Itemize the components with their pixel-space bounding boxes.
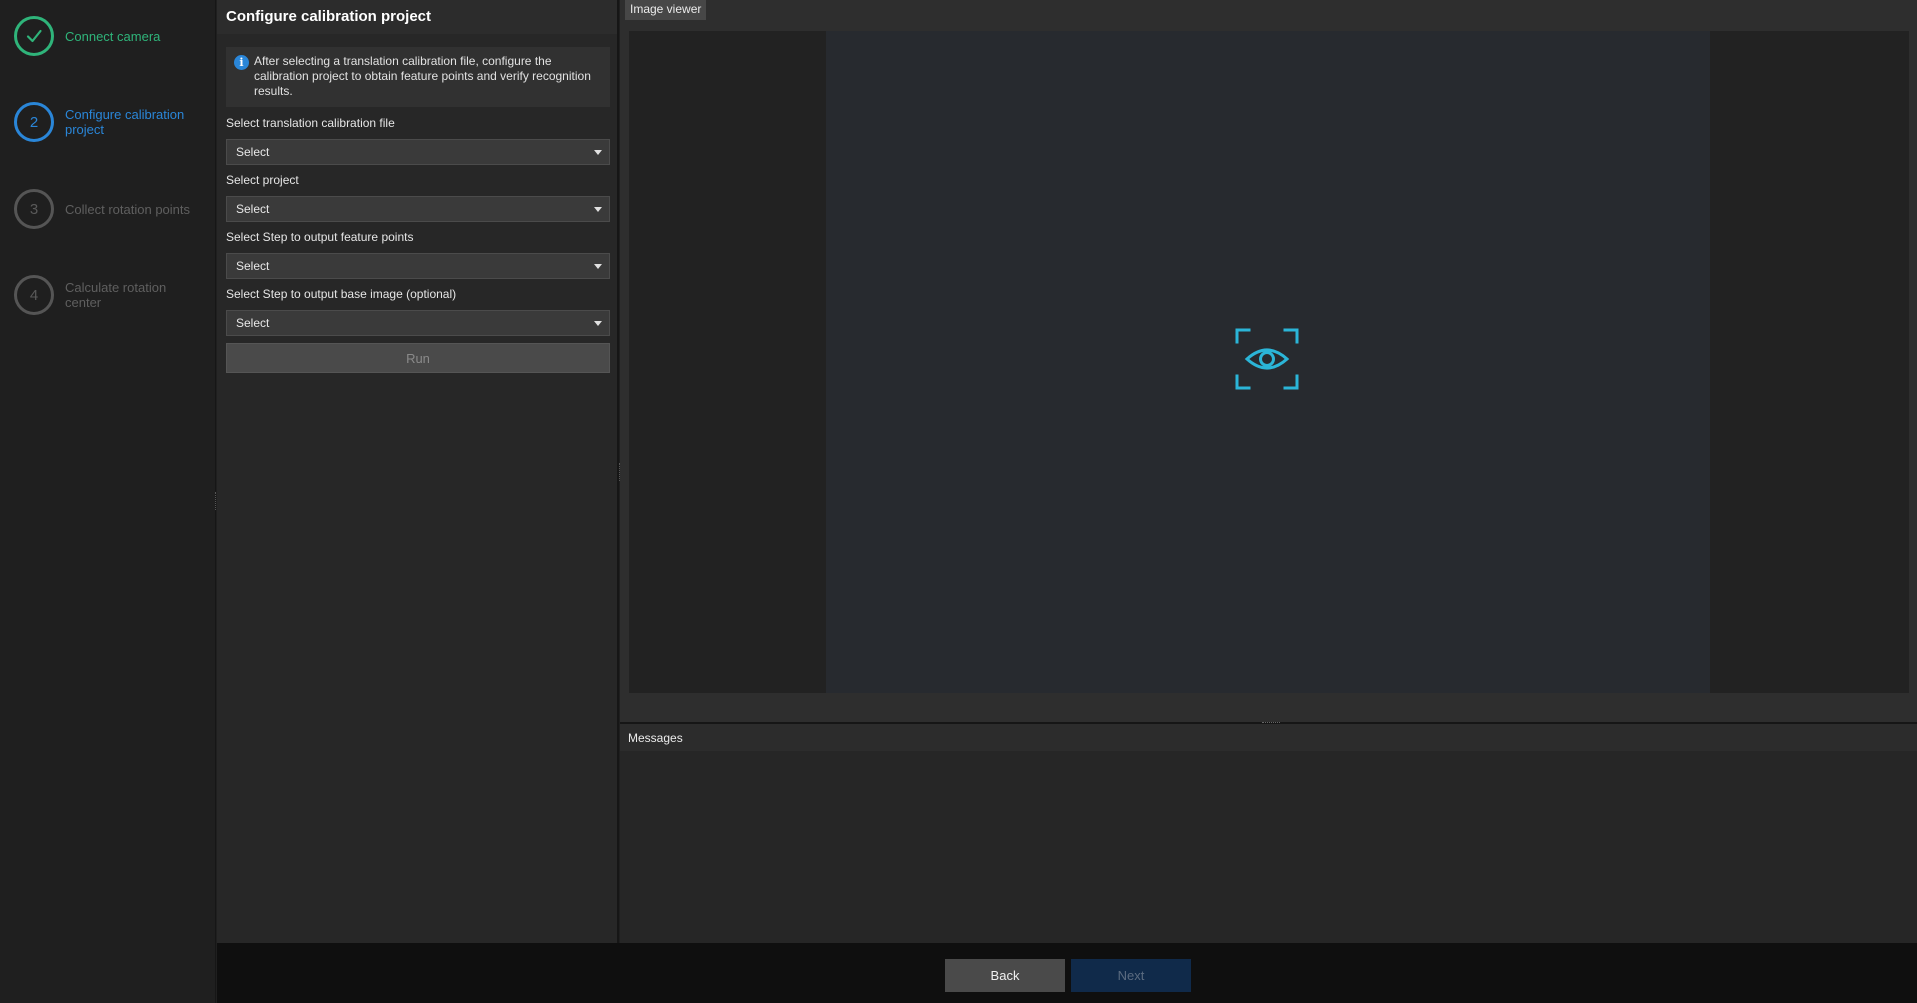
step-number: 3 <box>14 189 54 229</box>
wizard-footer: Back Next <box>217 943 1917 1003</box>
next-button[interactable]: Next <box>1071 959 1191 992</box>
feature-points-step-label: Select Step to output feature points <box>226 230 414 244</box>
step-label: Configure calibration project <box>65 107 185 137</box>
viewer-canvas[interactable] <box>629 31 1909 693</box>
steps-sidebar: Connect camera 2 Configure calibration p… <box>0 0 216 1003</box>
config-panel: Configure calibration project i After se… <box>217 0 619 943</box>
eye-focus-icon <box>1235 328 1299 390</box>
panel-title: Configure calibration project <box>217 0 617 34</box>
step-status-circle <box>14 16 54 56</box>
image-viewer: Image viewer <box>620 0 1917 723</box>
check-icon <box>26 29 42 43</box>
chevron-down-icon <box>594 207 602 212</box>
chevron-down-icon <box>594 321 602 326</box>
translation-file-select[interactable]: Select <box>226 139 610 165</box>
run-button[interactable]: Run <box>226 343 610 373</box>
translation-file-label: Select translation calibration file <box>226 116 395 130</box>
calibration-wizard: Connect camera 2 Configure calibration p… <box>0 0 1917 1003</box>
chevron-down-icon <box>594 264 602 269</box>
select-value: Select <box>236 259 270 273</box>
select-value: Select <box>236 202 270 216</box>
step-number: 2 <box>14 102 54 142</box>
step-connect-camera[interactable]: Connect camera <box>14 16 205 56</box>
messages-panel: Messages <box>620 724 1917 943</box>
project-select[interactable]: Select <box>226 196 610 222</box>
feature-points-step-select[interactable]: Select <box>226 253 610 279</box>
tab-image-viewer[interactable]: Image viewer <box>625 0 707 20</box>
project-label: Select project <box>226 173 299 187</box>
back-button[interactable]: Back <box>945 959 1065 992</box>
info-text: After selecting a translation calibratio… <box>254 54 591 98</box>
base-image-step-select[interactable]: Select <box>226 310 610 336</box>
step-configure-calibration-project[interactable]: 2 Configure calibration project <box>14 102 205 142</box>
select-value: Select <box>236 316 270 330</box>
viewer-image-area <box>826 31 1710 693</box>
step-collect-rotation-points[interactable]: 3 Collect rotation points <box>14 189 205 229</box>
step-number: 4 <box>14 275 54 315</box>
info-icon: i <box>234 55 249 70</box>
chevron-down-icon <box>594 150 602 155</box>
messages-header: Messages <box>620 724 1917 751</box>
info-message: i After selecting a translation calibrat… <box>226 47 610 107</box>
step-label: Calculate rotation center <box>65 280 167 310</box>
step-label: Connect camera <box>65 28 161 44</box>
base-image-step-label: Select Step to output base image (option… <box>226 287 457 301</box>
select-value: Select <box>236 145 270 159</box>
messages-log[interactable] <box>620 751 1917 943</box>
step-label: Collect rotation points <box>65 201 191 217</box>
step-calculate-rotation-center[interactable]: 4 Calculate rotation center <box>14 275 205 315</box>
